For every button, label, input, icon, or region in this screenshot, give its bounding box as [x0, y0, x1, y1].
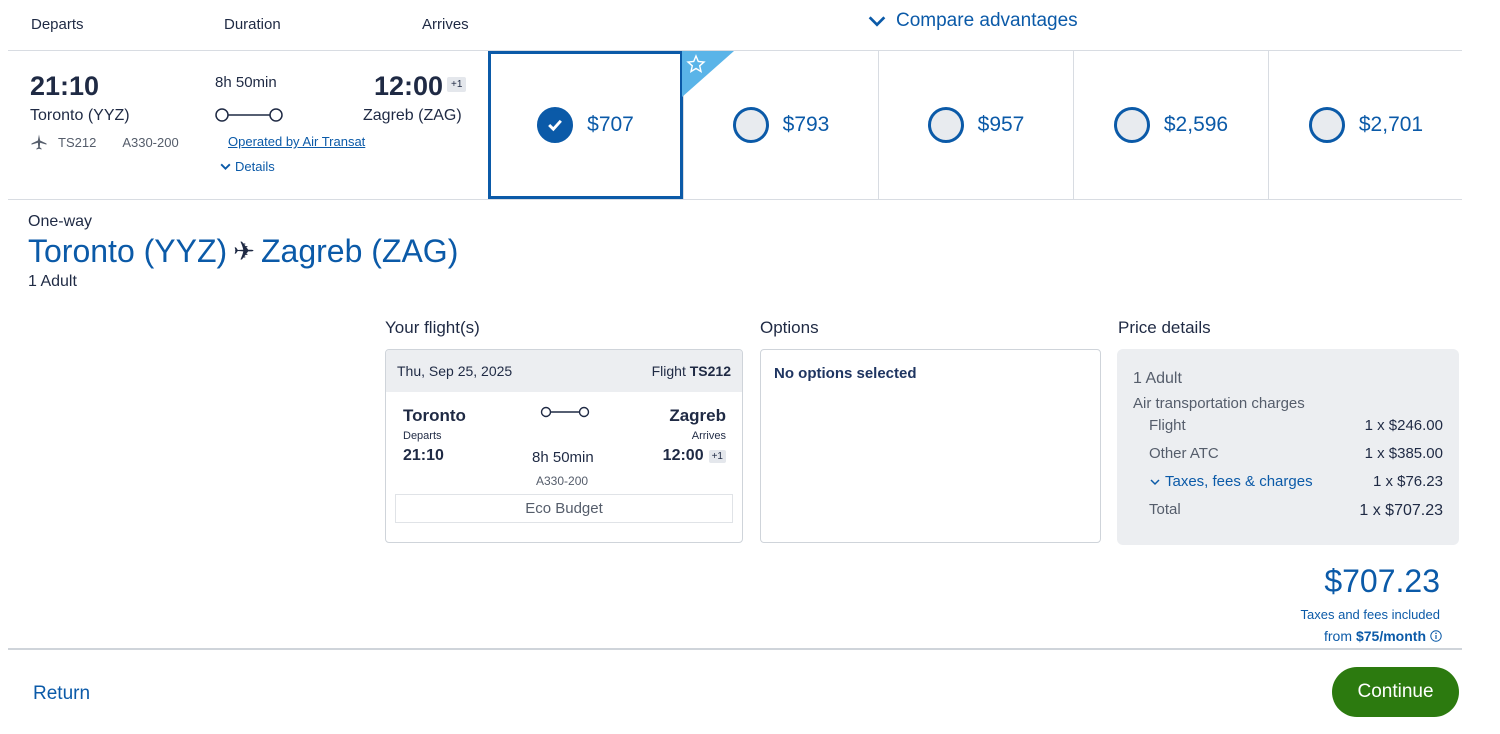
compare-advantages-toggle[interactable]: Compare advantages [866, 10, 1078, 32]
fare-option-3[interactable]: $957 [878, 51, 1073, 199]
day-offset-badge: +1 [708, 449, 726, 463]
monthly-payment[interactable]: from $75/month [1324, 628, 1442, 644]
chevron-down-icon [1150, 478, 1160, 485]
flight-row: 21:10 Toronto (YYZ) TS212 A330-200 8h 50… [0, 51, 1500, 199]
passenger-count: 1 Adult [28, 273, 77, 290]
arrival-time: 12:00 [374, 71, 444, 101]
fare-option-5[interactable]: $2,701 [1268, 51, 1463, 199]
price-total-label: Total [1149, 501, 1181, 518]
flight-summary-card: Thu, Sep 25, 2025 Flight TS212 Toronto D… [385, 349, 743, 543]
continue-button[interactable]: Continue [1332, 667, 1459, 717]
airplane-icon [31, 134, 47, 150]
card-duration: 8h 50min [532, 449, 594, 466]
your-flights-title: Your flight(s) [385, 318, 480, 337]
price-row-label: Flight [1149, 417, 1186, 434]
departure-city: Toronto (YYZ) [30, 107, 130, 124]
flight-prefix: Flight [651, 363, 686, 379]
total-price: $707.23 [1324, 563, 1440, 599]
flight-date: Thu, Sep 25, 2025 [397, 363, 513, 379]
card-destination-city: Zagreb [669, 406, 726, 425]
departure-time: 21:10 [30, 71, 100, 101]
price-row-value: 1 x $246.00 [1364, 417, 1443, 434]
operated-by-link[interactable]: Operated by Air Transat [228, 134, 365, 149]
taxes-fees-label: Taxes, fees & charges [1165, 473, 1313, 490]
aircraft-type: A330-200 [122, 134, 179, 150]
route-destination: Zagreb (ZAG) [260, 233, 459, 269]
fare-option-4[interactable]: $2,596 [1073, 51, 1268, 199]
price-row-value: 1 x $76.23 [1372, 473, 1443, 490]
fare-price: $707 [587, 113, 634, 136]
price-details-panel: 1 Adult Air transportation charges Fligh… [1117, 349, 1459, 545]
fare-price: $793 [782, 113, 830, 136]
monthly-prefix: from [1323, 628, 1352, 644]
options-panel: No options selected [760, 349, 1101, 543]
route-title: Toronto (YYZ) ✈ Zagreb (ZAG) [28, 233, 458, 270]
price-details-title: Price details [1118, 318, 1211, 337]
flight-meta: TS212 A330-200 [30, 133, 179, 151]
flight-card-header: Thu, Sep 25, 2025 Flight TS212 [386, 350, 742, 392]
taxes-fees-toggle[interactable]: Taxes, fees & charges [1149, 473, 1313, 490]
flight-number: TS212 [58, 134, 97, 150]
route-origin: Toronto (YYZ) [28, 233, 228, 269]
price-total-value: 1 x $707.23 [1359, 502, 1443, 519]
price-row-label: Other ATC [1149, 445, 1219, 462]
fare-radio[interactable] [1308, 107, 1345, 143]
trip-type: One-way [28, 213, 93, 230]
fare-radio[interactable] [927, 107, 964, 143]
details-label: Details [235, 159, 275, 174]
fare-price: $2,701 [1358, 113, 1424, 136]
card-origin-city: Toronto [403, 406, 466, 425]
fare-option-1[interactable]: $707 [488, 51, 683, 199]
price-section-label: Air transportation charges [1133, 395, 1305, 412]
card-departure-time: 21:10 [403, 447, 444, 464]
chevron-down-icon [868, 16, 886, 27]
cabin-class: Eco Budget [395, 494, 733, 523]
star-ribbon-icon [682, 51, 734, 97]
no-options-text: No options selected [774, 365, 917, 382]
details-toggle[interactable]: Details [219, 159, 275, 174]
fare-radio-checked[interactable] [537, 107, 574, 143]
options-title: Options [760, 318, 819, 337]
fare-price: $957 [977, 113, 1025, 136]
divider [8, 199, 1462, 200]
arrival-city: Zagreb (ZAG) [363, 107, 462, 124]
airplane-icon: ✈ [233, 236, 255, 266]
checkmark-icon [548, 119, 563, 132]
card-arrives-label: Arrives [691, 430, 726, 442]
route-line-icon [540, 406, 590, 418]
monthly-amount: $75/month [1355, 628, 1426, 644]
price-row-value: 1 x $385.00 [1364, 445, 1443, 462]
card-aircraft: A330-200 [536, 474, 589, 488]
fare-radio[interactable] [732, 107, 769, 143]
fare-radio[interactable] [1113, 107, 1150, 143]
departs-column-label: Departs [31, 16, 84, 33]
day-offset-badge: +1 [447, 77, 467, 92]
chevron-down-icon [220, 163, 231, 171]
price-passenger: 1 Adult [1133, 370, 1182, 387]
compare-advantages-label: Compare advantages [896, 10, 1078, 31]
route-line-icon [215, 108, 283, 122]
flight-number-label: Flight TS212 [652, 363, 731, 379]
info-icon[interactable] [1430, 630, 1442, 642]
card-arrival: 12:00 +1 [663, 447, 726, 465]
card-arrival-time: 12:00 [662, 447, 704, 464]
divider [8, 648, 1462, 650]
arrives-column-label: Arrives [422, 16, 469, 33]
return-link[interactable]: Return [33, 683, 90, 705]
results-header: Departs Duration Arrives Compare advanta… [0, 0, 1500, 50]
fare-price: $2,596 [1163, 113, 1229, 136]
flight-number: TS212 [689, 363, 731, 379]
duration-column-label: Duration [224, 16, 281, 33]
flight-duration: 8h 50min [215, 74, 277, 91]
taxes-included-note: Taxes and fees included [1300, 607, 1440, 622]
card-departs-label: Departs [403, 430, 442, 442]
